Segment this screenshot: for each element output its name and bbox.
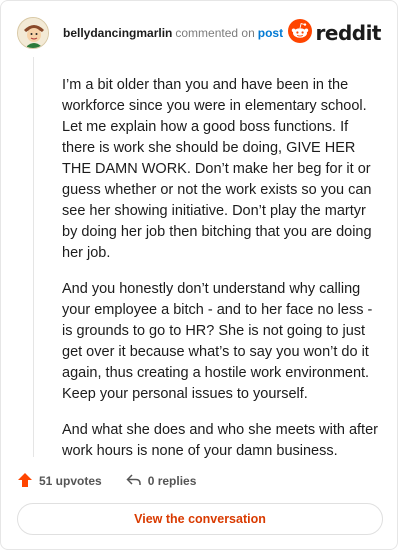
comment-header: bellydancingmarlin commented on post reddi… (17, 15, 382, 51)
upvote-arrow-icon (17, 472, 33, 491)
reddit-logo[interactable]: reddit (287, 18, 382, 48)
thread-line (33, 57, 34, 457)
post-link[interactable]: post (258, 26, 283, 40)
upvote-button[interactable]: 51 upvotes (17, 472, 102, 491)
comment-body: I’m a bit older than you and have been i… (62, 75, 384, 477)
reply-button[interactable]: 0 replies (126, 472, 197, 491)
comment-card: bellydancingmarlin commented on post reddi… (0, 0, 398, 550)
comment-actions: 51 upvotes 0 replies (17, 469, 196, 493)
reply-count: 0 replies (147, 474, 197, 488)
comment-paragraph: And what she does and who she meets with… (62, 422, 378, 459)
action-text: commented on (175, 26, 255, 40)
comment-meta: bellydancingmarlin commented on post (63, 25, 283, 41)
reply-arrow-icon (126, 472, 142, 491)
brand-text: reddit (315, 21, 382, 45)
view-conversation-button[interactable]: View the conversation (17, 503, 383, 535)
comment-paragraph: I’m a bit older than you and have been i… (62, 77, 372, 261)
upvote-count: 51 upvotes (39, 474, 102, 488)
comment-paragraph: And you honestly don’t understand why ca… (62, 281, 373, 402)
reddit-snoo-icon (287, 18, 312, 48)
username[interactable]: bellydancingmarlin (63, 26, 172, 40)
cartoon-avatar-icon[interactable] (17, 17, 49, 49)
